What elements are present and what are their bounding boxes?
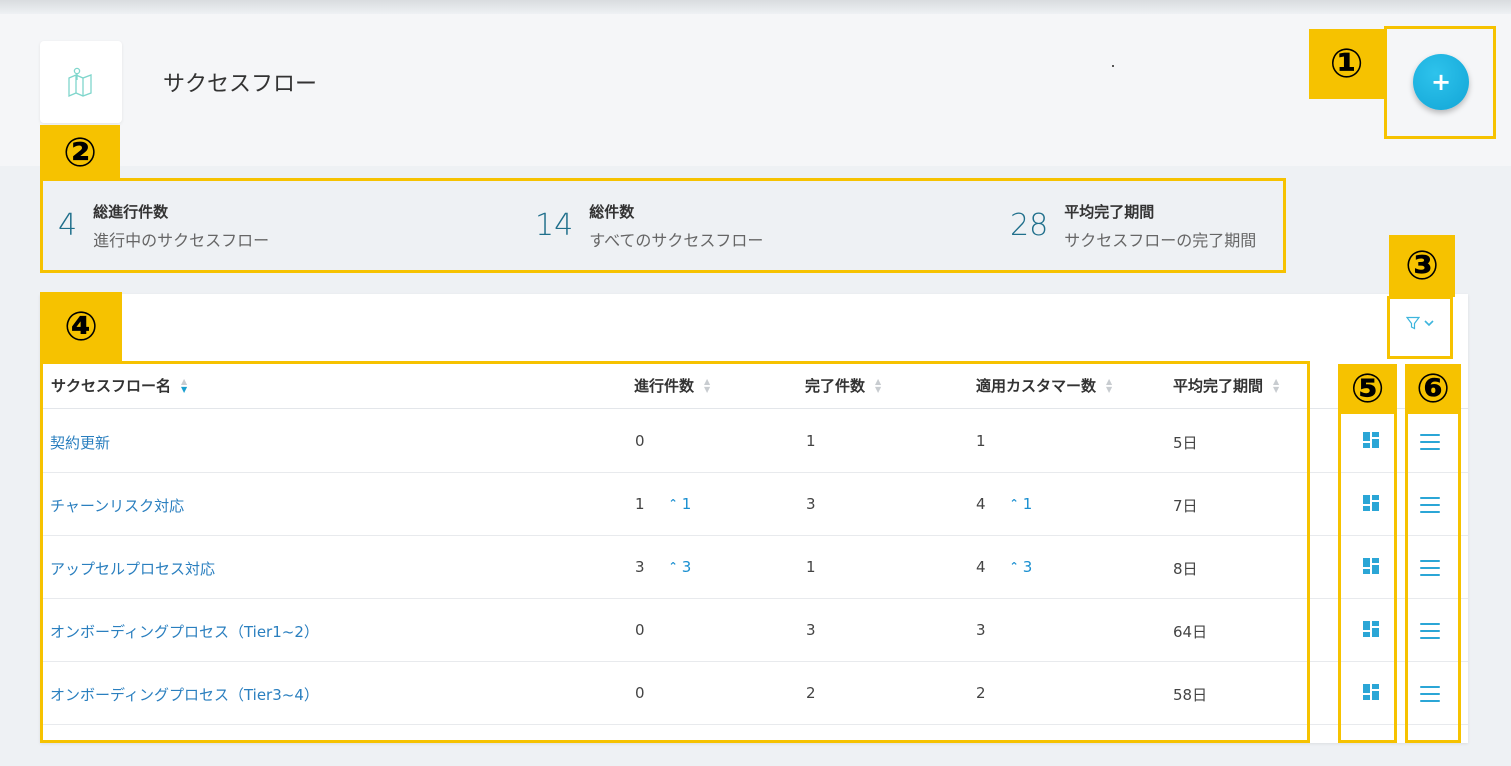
annotation-label-6: ⑥: [1405, 364, 1461, 414]
annotation-label-4: ④: [40, 292, 122, 362]
annotation-box-3: [1387, 296, 1453, 359]
top-shadow: [0, 0, 1511, 14]
annotation-box-2: [40, 178, 1286, 273]
map-icon: [68, 67, 92, 97]
annotation-label-3: ③: [1389, 235, 1455, 297]
annotation-label-1: ①: [1309, 29, 1384, 99]
annotation-label-2: ②: [40, 125, 120, 181]
annotation-box-4: [40, 361, 1310, 743]
annotation-box-1: [1384, 26, 1496, 139]
page-title: サクセスフロー: [163, 72, 318, 97]
annotation-label-5: ⑤: [1338, 364, 1397, 414]
annotation-box-5: [1338, 410, 1397, 743]
stray-dot: [1112, 65, 1114, 67]
success-flow-icon-box: [40, 41, 122, 123]
annotation-box-6: [1405, 410, 1461, 743]
